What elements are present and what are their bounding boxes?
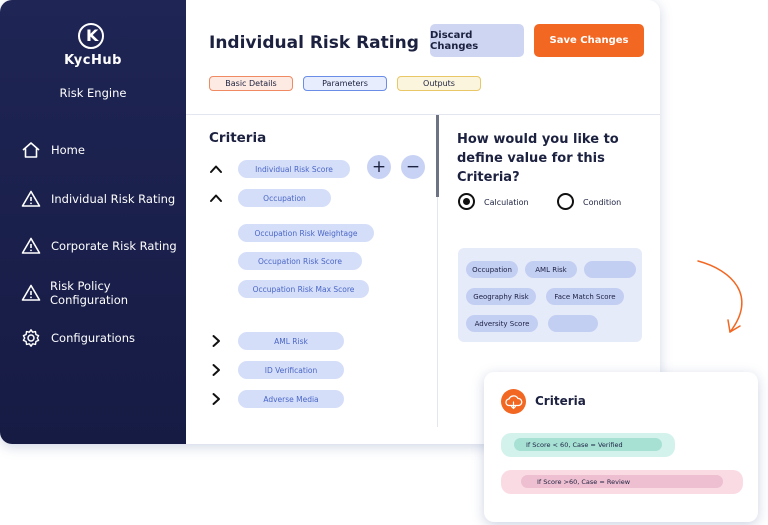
discard-changes-button[interactable]: Discard Changes bbox=[430, 24, 524, 57]
arrow-icon bbox=[697, 260, 743, 333]
criteria-card: Criteria If Score < 60, Case = Verified … bbox=[484, 372, 758, 522]
criteria-item[interactable]: Occupation bbox=[238, 189, 331, 207]
field-chip[interactable]: Adversity Score bbox=[466, 315, 538, 332]
sidebar-item-label: Risk Policy Configuration bbox=[50, 279, 129, 307]
sidebar-item-individual-risk-rating[interactable]: Individual Risk Rating bbox=[20, 187, 175, 211]
rule-text: If Score >60, Case = Review bbox=[521, 475, 723, 488]
chevron-up-icon[interactable] bbox=[209, 191, 223, 205]
criteria-sub-item[interactable]: Occupation Risk Max Score bbox=[238, 280, 369, 298]
sidebar-item-risk-policy-configuration[interactable]: Risk Policy Configuration bbox=[20, 279, 186, 307]
chevron-up-icon[interactable] bbox=[209, 162, 223, 176]
field-chip-placeholder[interactable] bbox=[584, 261, 636, 278]
chevron-right-icon[interactable] bbox=[209, 363, 223, 377]
calculation-label: Calculation bbox=[484, 198, 529, 207]
remove-criteria-button[interactable]: − bbox=[401, 155, 425, 179]
sidebar-item-label: Individual Risk Rating bbox=[51, 192, 176, 206]
tab-outputs[interactable]: Outputs bbox=[397, 76, 481, 91]
tab-parameters[interactable]: Parameters bbox=[303, 76, 387, 91]
rule-review[interactable]: If Score >60, Case = Review bbox=[501, 470, 743, 494]
condition-label: Condition bbox=[583, 198, 622, 207]
field-chip[interactable]: Geography Risk bbox=[466, 288, 536, 305]
sidebar-item-label: Home bbox=[51, 143, 85, 157]
radio-dot bbox=[463, 198, 470, 205]
sidebar-item-label: Configurations bbox=[51, 331, 135, 345]
calculation-radio[interactable] bbox=[458, 193, 475, 210]
field-chip[interactable]: AML Risk bbox=[525, 261, 577, 278]
tab-basic-details[interactable]: Basic Details bbox=[209, 76, 293, 91]
field-chip[interactable]: Face Match Score bbox=[546, 288, 624, 305]
criteria-item[interactable]: Individual Risk Score bbox=[238, 160, 350, 178]
criteria-sub-item[interactable]: Occupation Risk Weightage bbox=[238, 224, 374, 242]
home-icon bbox=[20, 139, 42, 161]
criteria-item[interactable]: Adverse Media bbox=[238, 390, 344, 408]
chevron-right-icon[interactable] bbox=[209, 334, 223, 348]
sidebar-item-configurations[interactable]: Configurations bbox=[20, 326, 135, 350]
divider bbox=[186, 114, 660, 115]
sidebar-item-label: Corporate Risk Rating bbox=[51, 239, 177, 253]
chevron-right-icon[interactable] bbox=[209, 392, 223, 406]
criteria-sub-item[interactable]: Occupation Risk Score bbox=[238, 252, 362, 270]
sidebar-subtitle: Risk Engine bbox=[59, 86, 127, 100]
card-title: Criteria bbox=[535, 394, 586, 408]
criteria-item[interactable]: AML Risk bbox=[238, 332, 344, 350]
cloud-icon bbox=[501, 389, 526, 414]
criteria-item[interactable]: ID Verification bbox=[238, 361, 344, 379]
field-options-panel: Occupation AML Risk Geography Risk Face … bbox=[458, 248, 642, 342]
rule-verified[interactable]: If Score < 60, Case = Verified bbox=[501, 433, 675, 457]
field-chip-placeholder[interactable] bbox=[548, 315, 598, 332]
kychub-logo-icon: K bbox=[78, 23, 104, 49]
page-title: Individual Risk Rating bbox=[209, 33, 419, 53]
condition-radio[interactable] bbox=[557, 193, 574, 210]
logo-text: KycHub bbox=[64, 53, 122, 68]
field-chip[interactable]: Occupation bbox=[466, 261, 518, 278]
warning-icon bbox=[20, 282, 41, 304]
criteria-title: Criteria bbox=[209, 130, 267, 146]
rule-text: If Score < 60, Case = Verified bbox=[514, 438, 662, 451]
warning-icon bbox=[20, 188, 42, 210]
sidebar-item-corporate-risk-rating[interactable]: Corporate Risk Rating bbox=[20, 234, 177, 258]
divider bbox=[437, 197, 438, 427]
add-criteria-button[interactable]: + bbox=[367, 155, 391, 179]
sidebar-item-home[interactable]: Home bbox=[20, 138, 85, 162]
sidebar: K KycHub Risk Engine Home Individual Ris… bbox=[0, 0, 186, 444]
gear-icon bbox=[20, 327, 42, 349]
define-question: How would you like to define value for t… bbox=[457, 132, 619, 185]
scrollbar-thumb[interactable] bbox=[436, 115, 439, 197]
save-changes-button[interactable]: Save Changes bbox=[534, 24, 644, 57]
warning-icon bbox=[20, 235, 42, 257]
